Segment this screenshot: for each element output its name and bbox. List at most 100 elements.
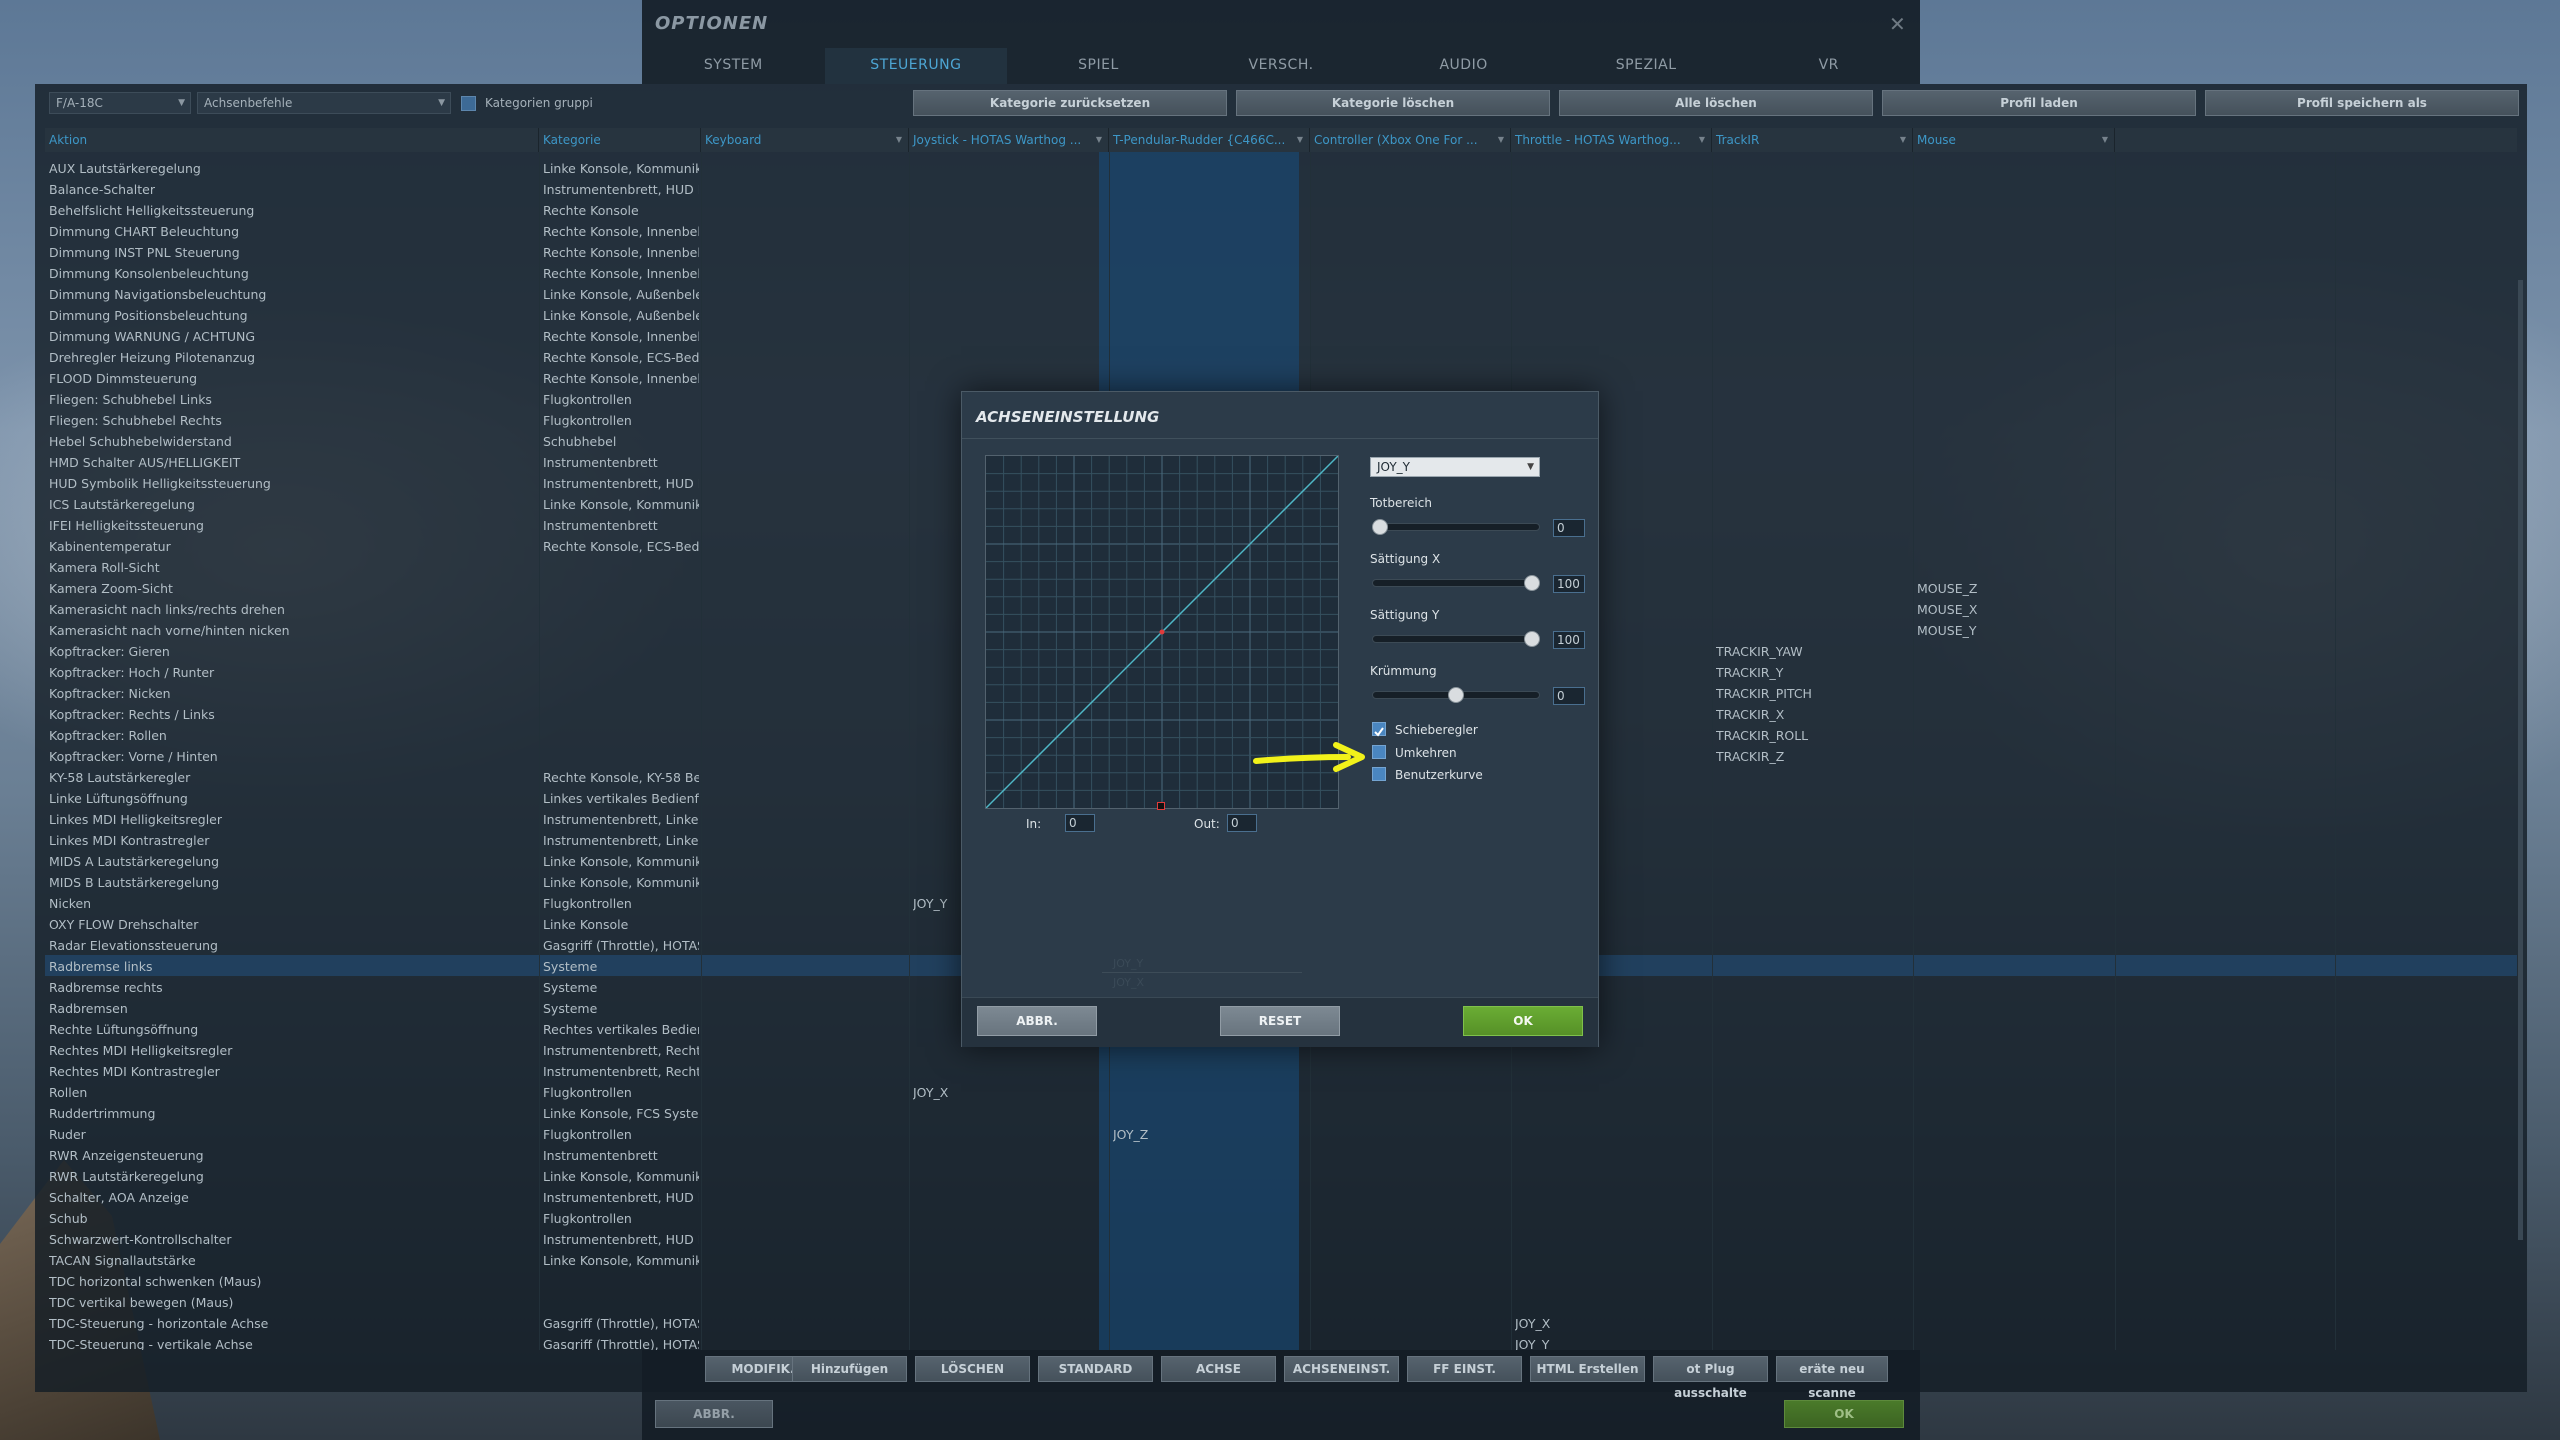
table-row[interactable]: TACAN Signallautstärke Linke Konsole, Kom… bbox=[45, 1250, 2517, 1271]
toolbar-button-2[interactable]: Alle löschen bbox=[1559, 90, 1873, 116]
bottom-button-9[interactable]: eräte neu scanne bbox=[1776, 1356, 1888, 1400]
slider-checkbox[interactable] bbox=[1372, 722, 1386, 737]
chevron-down-icon[interactable]: ▼ bbox=[1297, 128, 1303, 152]
tab-spezial[interactable]: SPEZIAL bbox=[1555, 48, 1738, 84]
tab-steuerung[interactable]: STEUERUNG bbox=[824, 48, 1008, 84]
column-header-2[interactable]: Keyboard ▼ bbox=[701, 128, 909, 152]
chevron-down-icon[interactable]: ▼ bbox=[1699, 128, 1705, 152]
action-cell: Kopftracker: Rechts / Links bbox=[49, 707, 215, 722]
action-cell: Kamerasicht nach vorne/hinten nicken bbox=[49, 623, 290, 638]
table-row[interactable]: Schwarzwert-Kontrollschalter Instrumenten… bbox=[45, 1229, 2517, 1250]
group-categories-checkbox[interactable] bbox=[461, 96, 476, 111]
action-cell: Kabinentemperatur bbox=[49, 539, 171, 554]
column-header-5[interactable]: Controller (Xbox One For ... ▼ bbox=[1310, 128, 1511, 152]
column-header-3[interactable]: Joystick - HOTAS Warthog ... ▼ bbox=[909, 128, 1109, 152]
curvature-slider[interactable] bbox=[1372, 687, 1540, 703]
column-header-6[interactable]: Throttle - HOTAS Warthog... ▼ bbox=[1511, 128, 1712, 152]
bottom-button-1[interactable]: Hinzufügen bbox=[792, 1356, 907, 1382]
toolbar-button-0[interactable]: Kategorie zurücksetzen bbox=[913, 90, 1227, 116]
table-row[interactable]: TDC-Steuerung - vertikale Achse Gasgriff … bbox=[45, 1334, 2517, 1350]
tab-system[interactable]: SYSTEM bbox=[642, 48, 825, 84]
saturation-x-slider-thumb[interactable] bbox=[1524, 575, 1540, 591]
table-row[interactable]: TDC-Steuerung - horizontale Achse Gasgrif… bbox=[45, 1313, 2517, 1334]
saturation-y-input[interactable]: 100 bbox=[1553, 631, 1585, 649]
chevron-down-icon[interactable]: ▼ bbox=[1498, 128, 1504, 152]
bottom-button-6[interactable]: FF EINST. bbox=[1407, 1356, 1522, 1382]
bottom-button-5[interactable]: ACHSENEINST. bbox=[1284, 1356, 1399, 1382]
curvature-input[interactable]: 0 bbox=[1553, 687, 1585, 705]
main-ok-button[interactable]: OK bbox=[1784, 1400, 1904, 1428]
bottom-button-4[interactable]: ACHSE bbox=[1161, 1356, 1276, 1382]
table-row[interactable]: TDC vertikal bewegen (Maus) bbox=[45, 1292, 2517, 1313]
table-row[interactable]: Schub Flugkontrollen bbox=[45, 1208, 2517, 1229]
table-row[interactable]: Schalter, AOA Anzeige Instrumentenbrett, … bbox=[45, 1187, 2517, 1208]
table-row[interactable]: Dimmung Konsolenbeleuchtung Rechte Konsol… bbox=[45, 263, 2517, 284]
table-row[interactable]: Dimmung CHART Beleuchtung Rechte Konsole,… bbox=[45, 221, 2517, 242]
table-row[interactable]: Rollen Flugkontrollen JOY_X bbox=[45, 1082, 2517, 1103]
saturation-y-slider[interactable] bbox=[1372, 631, 1540, 647]
table-row[interactable]: RWR Anzeigensteuerung Instrumentenbrett bbox=[45, 1145, 2517, 1166]
table-row[interactable]: Behelfslicht Helligkeitssteuerung Rechte … bbox=[45, 200, 2517, 221]
category-filter-select[interactable]: Achsenbefehle ▼ bbox=[197, 92, 451, 114]
bottom-button-7[interactable]: HTML Erstellen bbox=[1530, 1356, 1645, 1382]
chevron-down-icon[interactable]: ▼ bbox=[1096, 128, 1102, 152]
table-row[interactable]: TDC horizontal schwenken (Maus) bbox=[45, 1271, 2517, 1292]
saturation-x-slider[interactable] bbox=[1372, 575, 1540, 591]
saturation-y-slider-thumb[interactable] bbox=[1524, 631, 1540, 647]
category-cell: Rechte Konsole, Innenbele bbox=[543, 329, 699, 344]
toolbar-button-1[interactable]: Kategorie löschen bbox=[1236, 90, 1550, 116]
bottom-button-8[interactable]: ot Plug ausschalte bbox=[1653, 1356, 1768, 1400]
action-cell: TDC-Steuerung - horizontale Achse bbox=[49, 1316, 269, 1331]
deadzone-input[interactable]: 0 bbox=[1553, 519, 1585, 537]
dialog-cancel-button[interactable]: ABBR. bbox=[977, 1006, 1097, 1036]
column-header-7[interactable]: TrackIR ▼ bbox=[1712, 128, 1913, 152]
table-row[interactable]: Ruder Flugkontrollen JOY_Z bbox=[45, 1124, 2517, 1145]
table-row[interactable]: Rechtes MDI Kontrastregler Instrumentenbr… bbox=[45, 1061, 2517, 1082]
column-header-0[interactable]: Aktion bbox=[45, 128, 539, 152]
category-cell: Instrumentenbrett bbox=[543, 518, 658, 533]
action-cell: Kopftracker: Rollen bbox=[49, 728, 167, 743]
tab-vr[interactable]: VR bbox=[1737, 48, 1920, 84]
toolbar-button-4[interactable]: Profil speichern als bbox=[2205, 90, 2519, 116]
bottom-button-3[interactable]: STANDARD bbox=[1038, 1356, 1153, 1382]
action-cell: Rechtes MDI Helligkeitsregler bbox=[49, 1043, 233, 1058]
deadzone-slider-thumb[interactable] bbox=[1372, 519, 1388, 535]
table-row[interactable]: AUX Lautstärkeregelung Linke Konsole, Kom… bbox=[45, 158, 2517, 179]
in-label: In: bbox=[1026, 817, 1042, 831]
curvature-slider-thumb[interactable] bbox=[1448, 687, 1464, 703]
table-row[interactable]: Drehregler Heizung Pilotenanzug Rechte Ko… bbox=[45, 347, 2517, 368]
chevron-down-icon[interactable]: ▼ bbox=[2102, 128, 2108, 152]
vertical-scrollbar[interactable] bbox=[2518, 280, 2523, 1240]
saturation-x-input[interactable]: 100 bbox=[1553, 575, 1585, 593]
table-row[interactable]: FLOOD Dimmsteuerung Rechte Konsole, Innen… bbox=[45, 368, 2517, 389]
action-cell: HUD Symbolik Helligkeitssteuerung bbox=[49, 476, 271, 491]
tab-versch[interactable]: VERSCH. bbox=[1190, 48, 1373, 84]
table-row[interactable]: RWR Lautstärkeregelung Linke Konsole, Kom… bbox=[45, 1166, 2517, 1187]
toolbar-button-3[interactable]: Profil laden bbox=[1882, 90, 2196, 116]
column-header-1[interactable]: Kategorie bbox=[539, 128, 701, 152]
aircraft-select[interactable]: F/A-18C ▼ bbox=[49, 92, 191, 114]
column-header-4[interactable]: T-Pendular-Rudder {C466C... ▼ bbox=[1109, 128, 1310, 152]
category-filter-value: Achsenbefehle bbox=[204, 96, 293, 110]
tab-spiel[interactable]: SPIEL bbox=[1007, 48, 1190, 84]
column-header-8[interactable]: Mouse ▼ bbox=[1913, 128, 2115, 152]
tab-audio[interactable]: AUDIO bbox=[1372, 48, 1555, 84]
column-header-label: Throttle - HOTAS Warthog... bbox=[1515, 133, 1681, 147]
dialog-reset-button[interactable]: RESET bbox=[1220, 1006, 1340, 1036]
chevron-down-icon[interactable]: ▼ bbox=[1900, 128, 1906, 152]
axis-select[interactable]: JOY_Y ▼ bbox=[1370, 457, 1540, 477]
dialog-ok-button[interactable]: OK bbox=[1463, 1006, 1583, 1036]
table-row[interactable]: Dimmung Positionsbeleuchtung Linke Konsol… bbox=[45, 305, 2517, 326]
table-row[interactable]: Dimmung WARNUNG / ACHTUNG Rechte Konsole,… bbox=[45, 326, 2517, 347]
main-cancel-button[interactable]: ABBR. bbox=[655, 1400, 773, 1428]
user-curve-checkbox[interactable] bbox=[1372, 767, 1386, 781]
close-icon[interactable]: ✕ bbox=[1889, 12, 1906, 36]
deadzone-slider[interactable] bbox=[1372, 519, 1540, 535]
table-row[interactable]: Dimmung INST PNL Steuerung Rechte Konsole… bbox=[45, 242, 2517, 263]
bottom-button-2[interactable]: LÖSCHEN bbox=[915, 1356, 1030, 1382]
chevron-down-icon[interactable]: ▼ bbox=[896, 128, 902, 152]
table-row[interactable]: Dimmung Navigationsbeleuchtung Linke Kons… bbox=[45, 284, 2517, 305]
table-row[interactable]: Balance-Schalter Instrumentenbrett, HUD E bbox=[45, 179, 2517, 200]
invert-checkbox[interactable] bbox=[1372, 745, 1386, 759]
table-row[interactable]: Ruddertrimmung Linke Konsole, FCS Syster bbox=[45, 1103, 2517, 1124]
